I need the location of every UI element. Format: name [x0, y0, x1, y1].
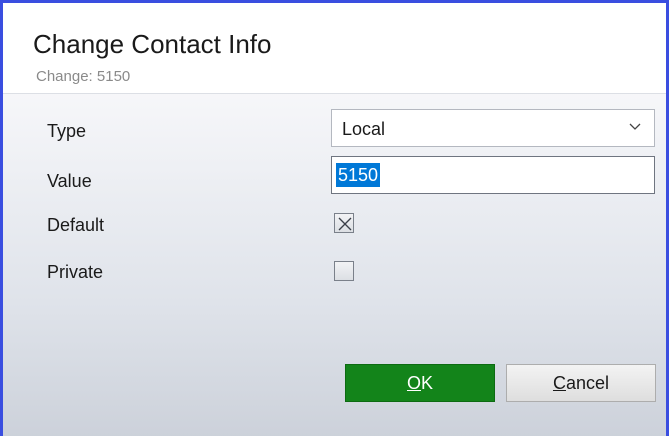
- default-checkbox[interactable]: [334, 213, 354, 233]
- value-input[interactable]: 5150: [331, 156, 655, 194]
- value-input-text: 5150: [336, 163, 381, 187]
- cancel-button[interactable]: Cancel: [506, 364, 656, 402]
- cancel-mnemonic: C: [552, 373, 566, 393]
- ok-mnemonic: O: [406, 373, 421, 393]
- type-label: Type: [47, 121, 87, 141]
- x-check-icon: [338, 217, 352, 231]
- dialog-subtitle: Change: 5150: [36, 68, 131, 85]
- private-label: Private: [47, 262, 104, 282]
- change-contact-info-dialog: Change Contact Info Change: 5150 Type Lo…: [0, 0, 669, 436]
- type-selected-value: Local: [342, 119, 386, 139]
- default-label: Default: [47, 215, 105, 235]
- type-dropdown[interactable]: Local: [331, 109, 655, 147]
- value-label: Value: [47, 171, 92, 191]
- chevron-down-icon[interactable]: [628, 120, 642, 134]
- private-checkbox[interactable]: [334, 261, 354, 281]
- ok-label-rest: K: [421, 373, 434, 393]
- cancel-label-rest: ancel: [565, 373, 610, 393]
- dialog-header: Change Contact Info Change: 5150: [3, 3, 666, 94]
- ok-button[interactable]: OK: [345, 364, 495, 402]
- dialog-title: Change Contact Info: [33, 29, 272, 59]
